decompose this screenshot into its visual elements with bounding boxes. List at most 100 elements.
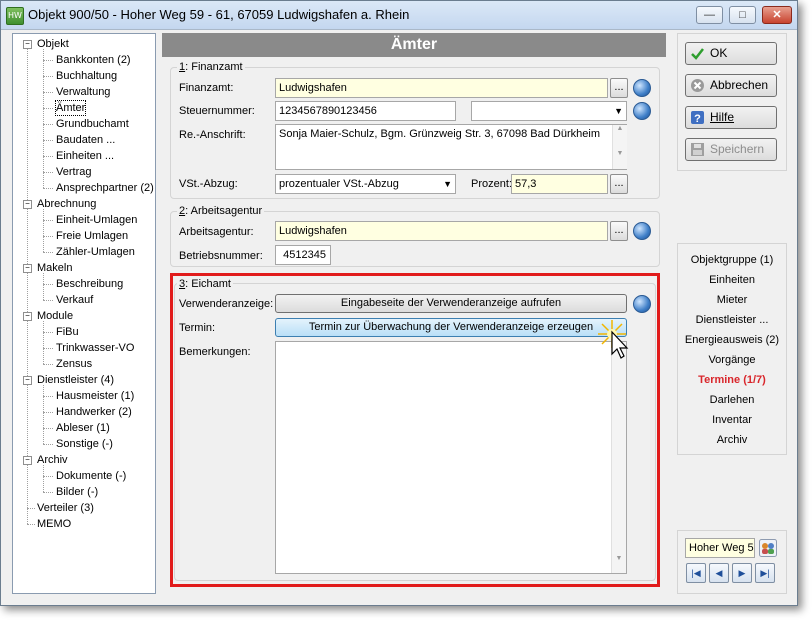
globe-icon[interactable]	[633, 222, 651, 240]
collapse-icon[interactable]: −	[23, 40, 32, 49]
tree-item[interactable]: Freie Umlagen	[56, 229, 128, 243]
nav-link-item[interactable]: Einheiten	[678, 273, 786, 287]
scroll-up-icon[interactable]: ▲	[613, 125, 627, 132]
tree-item[interactable]: Archiv	[37, 453, 68, 467]
collapse-icon[interactable]: −	[23, 312, 32, 321]
tree-item[interactable]: Verwaltung	[56, 85, 110, 99]
nav-link-item[interactable]: Mieter	[678, 293, 786, 307]
nav-link-item[interactable]: Energieausweis (2)	[678, 333, 786, 347]
arbeitsagentur-ellipsis-button[interactable]: ...	[610, 221, 628, 241]
tree-item[interactable]: Ansprechpartner (2)	[56, 181, 154, 195]
tree-item[interactable]: Hausmeister (1)	[56, 389, 134, 403]
nav-link-item[interactable]: Dienstleister ...	[678, 313, 786, 327]
tree-connector	[43, 220, 53, 221]
tree-item[interactable]: Verkauf	[56, 293, 93, 307]
finanzamt-ellipsis-button[interactable]: ...	[610, 78, 628, 98]
anschrift-textarea[interactable]: Sonja Maier-Schulz, Bgm. Grünzweig Str. …	[275, 124, 627, 170]
tree-item[interactable]: Buchhaltung	[56, 69, 117, 83]
page-title: Ämter	[162, 33, 666, 57]
tree-item[interactable]: Beschreibung	[56, 277, 123, 291]
tree-item[interactable]: Zähler-Umlagen	[56, 245, 135, 259]
tree-item[interactable]: Handwerker (2)	[56, 405, 132, 419]
tree-item[interactable]: Baudaten ...	[56, 133, 115, 147]
tree-item[interactable]: Abrechnung	[37, 197, 96, 211]
prozent-field[interactable]: 57,3	[511, 174, 608, 194]
collapse-icon[interactable]: −	[23, 200, 32, 209]
record-search-field[interactable]: Hoher Weg 5	[685, 538, 755, 558]
tree-connector	[43, 321, 44, 364]
tree-connector	[43, 49, 44, 188]
maximize-button[interactable]: □	[729, 6, 756, 24]
tree-item[interactable]: Einheiten ...	[56, 149, 114, 163]
last-record-button[interactable]: ▶|	[755, 563, 775, 583]
nav-link-item[interactable]: Inventar	[678, 413, 786, 427]
nav-link-item[interactable]: Darlehen	[678, 393, 786, 407]
scroll-down-icon[interactable]: ▼	[613, 150, 627, 157]
tree-connector	[43, 108, 53, 109]
tree-item[interactable]: Grundbuchamt	[56, 117, 129, 131]
tree-connector	[43, 156, 53, 157]
tree-connector	[43, 476, 53, 477]
tree-connector	[27, 508, 35, 509]
collapse-icon[interactable]: −	[23, 264, 32, 273]
chevron-down-icon: ▼	[443, 179, 452, 189]
next-record-button[interactable]: ▶	[732, 563, 752, 583]
anschrift-scrollbar[interactable]: ▲ ▼	[612, 125, 627, 169]
people-icon[interactable]	[759, 539, 777, 557]
tree-connector	[43, 140, 53, 141]
first-record-button[interactable]: |◀	[686, 563, 706, 583]
tree-item[interactable]: Vertrag	[56, 165, 91, 179]
betriebsnummer-field[interactable]: 4512345	[275, 245, 331, 265]
tree-connector	[43, 76, 53, 77]
tree-item[interactable]: Objekt	[37, 37, 69, 51]
nav-link-item[interactable]: Archiv	[678, 433, 786, 447]
nav-link-item[interactable]: Vorgänge	[678, 353, 786, 367]
tree-item[interactable]: Bankkonten (2)	[56, 53, 131, 67]
tree-connector	[43, 412, 53, 413]
minimize-button[interactable]: —	[696, 6, 723, 24]
prev-record-button[interactable]: ◀	[709, 563, 729, 583]
tree-item[interactable]: Zensus	[56, 357, 92, 371]
tree-connector	[43, 209, 44, 252]
tree-item[interactable]: Ableser (1)	[56, 421, 110, 435]
title-bar[interactable]: HW Objekt 900/50 - Hoher Weg 59 - 61, 67…	[1, 1, 797, 30]
finanzamt-field[interactable]: Ludwigshafen	[275, 78, 608, 98]
tree-connector	[43, 172, 53, 173]
tree-connector	[43, 236, 53, 237]
arbeitsagentur-group-title: 2: Arbeitsagentur	[177, 205, 265, 218]
tree-item[interactable]: MEMO	[37, 517, 71, 531]
tree-item[interactable]: FiBu	[56, 325, 79, 339]
tree-item[interactable]: Sonstige (-)	[56, 437, 113, 451]
tree-item[interactable]: Ämter	[54, 100, 87, 116]
arbeitsagentur-field[interactable]: Ludwigshafen	[275, 221, 608, 241]
close-button[interactable]: ✕	[762, 6, 792, 24]
steuernummer-label: Steuernummer:	[179, 105, 255, 117]
globe-icon[interactable]	[633, 79, 651, 97]
finanzamt-label: Finanzamt:	[179, 82, 234, 94]
nav-link-item[interactable]: Termine (1/7)	[678, 373, 786, 387]
tree-connector	[43, 492, 53, 493]
tree-item[interactable]: Trinkwasser-VO	[56, 341, 134, 355]
tree-connector	[43, 60, 53, 61]
highlight-frame	[170, 273, 660, 587]
app-icon[interactable]: HW	[6, 7, 24, 25]
tree-item[interactable]: Dienstleister (4)	[37, 373, 114, 387]
nav-link-item[interactable]: Objektgruppe (1)	[678, 253, 786, 267]
collapse-icon[interactable]: −	[23, 376, 32, 385]
steuernummer-combo[interactable]: ▼	[471, 101, 627, 121]
tree-connector	[43, 348, 53, 349]
finanzamt-group-text: : Finanzamt	[185, 61, 243, 73]
tree-item[interactable]: Verteiler (3)	[37, 501, 94, 515]
action-button-frame	[677, 33, 787, 171]
prozent-ellipsis-button[interactable]: ...	[610, 174, 628, 194]
tree-connector	[43, 444, 53, 445]
collapse-icon[interactable]: −	[23, 456, 32, 465]
tree-item[interactable]: Bilder (-)	[56, 485, 98, 499]
steuernummer-field[interactable]: 1234567890123456	[275, 101, 456, 121]
tree-item[interactable]: Einheit-Umlagen	[56, 213, 137, 227]
vst-combo[interactable]: prozentualer VSt.-Abzug ▼	[275, 174, 456, 194]
chevron-down-icon: ▼	[614, 106, 623, 116]
globe-icon[interactable]	[633, 102, 651, 120]
tree-connector	[43, 300, 53, 301]
tree-item[interactable]: Dokumente (-)	[56, 469, 126, 483]
